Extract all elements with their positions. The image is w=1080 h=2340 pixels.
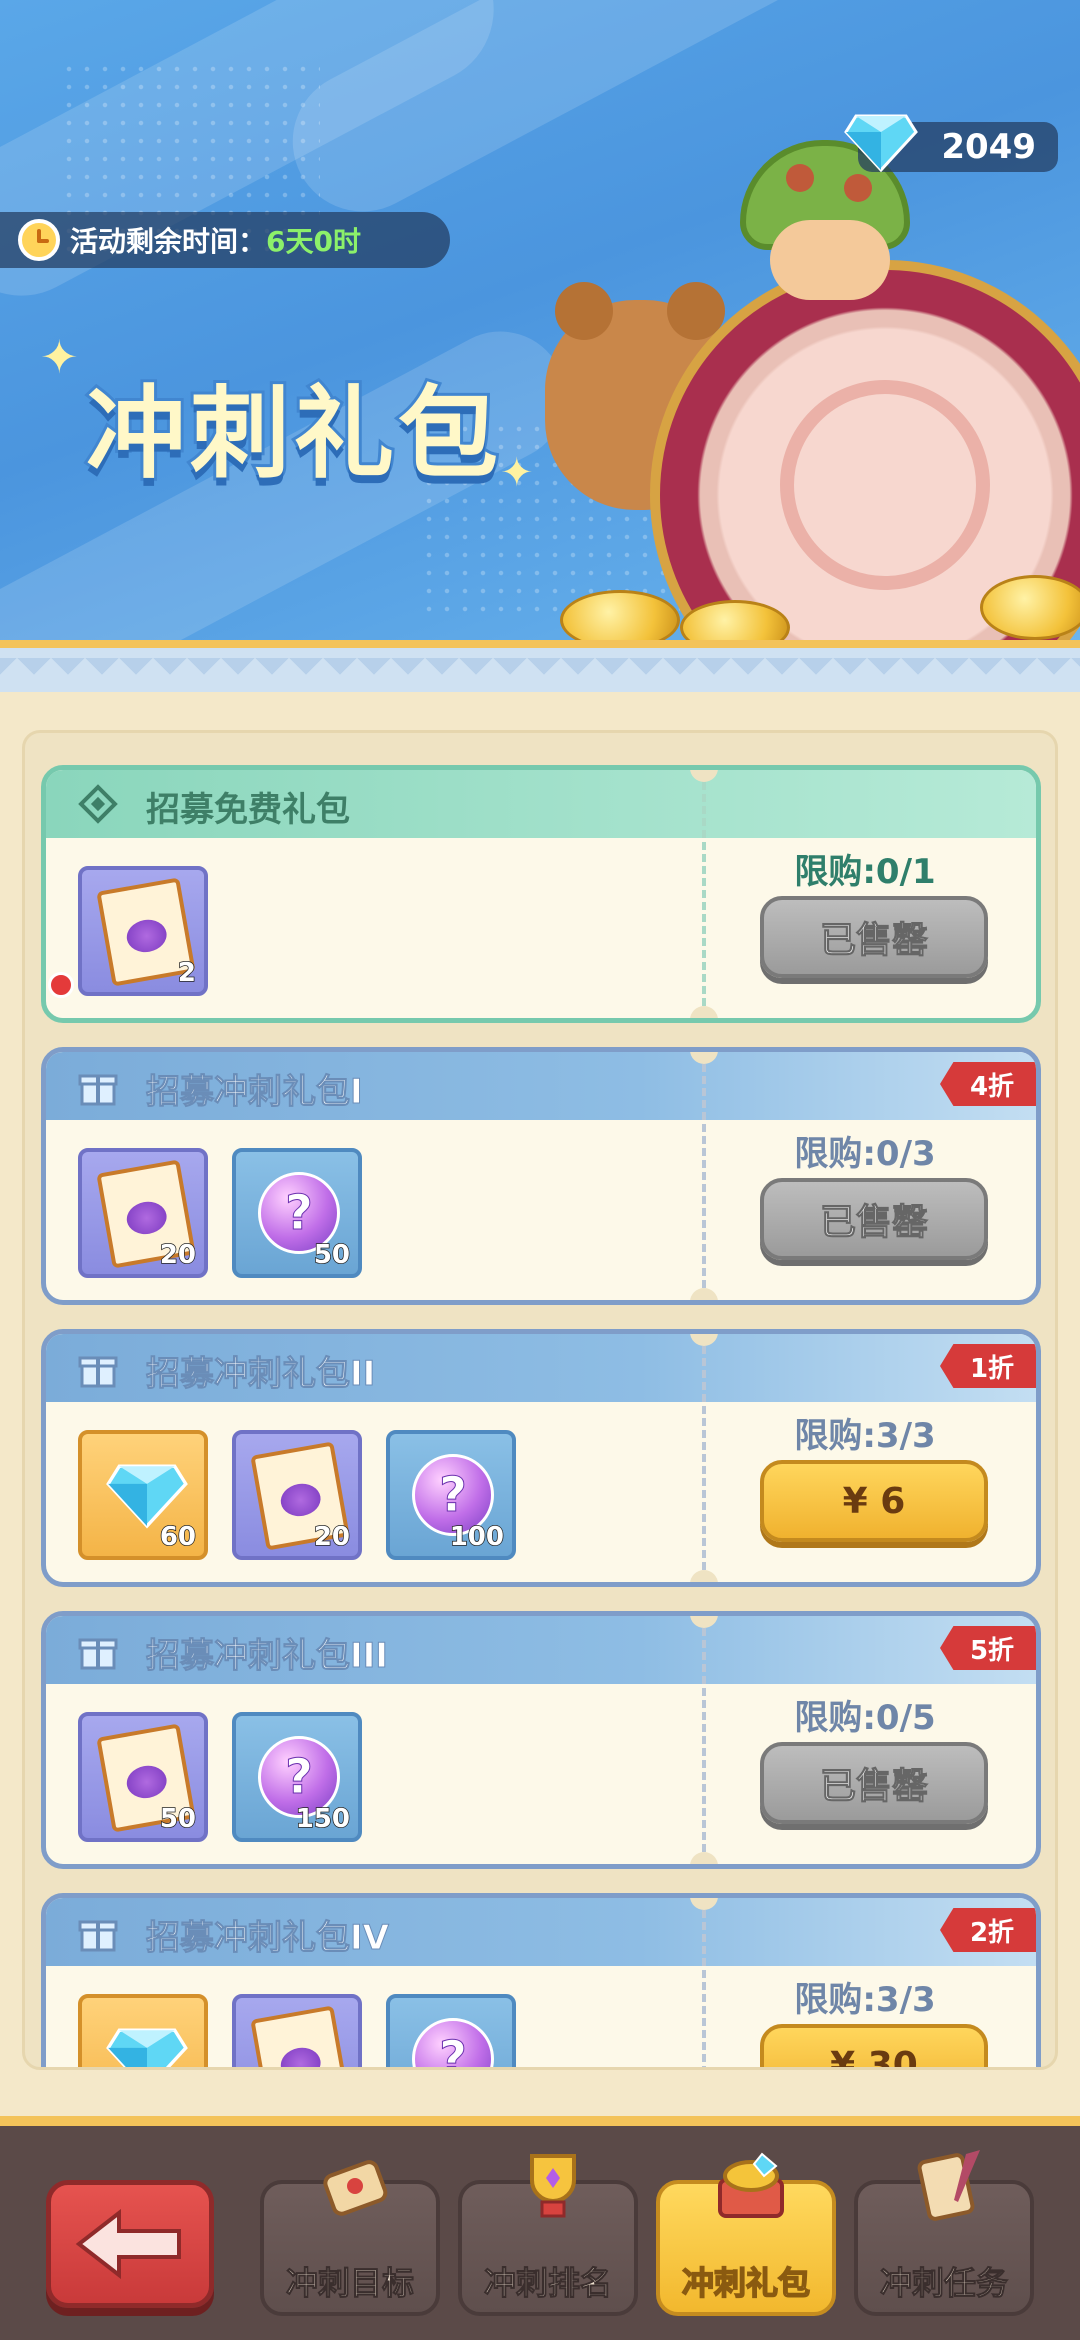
gift-icon <box>78 1074 118 1106</box>
reward-item[interactable] <box>78 1994 208 2067</box>
reward-item[interactable]: ? 100 <box>386 1430 516 1560</box>
purchase-limit: 限购:0/3 <box>794 1134 936 1174</box>
card-notch <box>690 1006 718 1018</box>
reward-item[interactable]: 20 <box>232 1430 362 1560</box>
gold-coin <box>980 575 1080 640</box>
gem-counter[interactable]: 2049 <box>844 114 1058 172</box>
timer-label: 活动剩余时间： <box>70 225 267 258</box>
pack-card-3: 招募冲刺礼包III 5折 50 ? 150 限购:0/5 已售罄 <box>41 1611 1041 1869</box>
pack-card-2: 招募冲刺礼包II 1折 60 20 ? 100 限购:3/3 ¥ 6 <box>41 1329 1041 1587</box>
buy-button[interactable]: ¥ 6 <box>760 1460 988 1542</box>
item-qty: 100 <box>449 1521 505 1553</box>
card-notch <box>690 1288 718 1300</box>
sparkle-icon: ✦ <box>500 450 534 496</box>
sparkle-icon: ✦ <box>40 330 79 384</box>
item-qty: 20 <box>159 1239 197 1271</box>
item-qty: 60 <box>159 1521 197 1553</box>
gift-chest-icon <box>718 2152 784 2218</box>
tab-sprint-gift-pack[interactable]: 冲刺礼包 <box>656 2152 836 2316</box>
pack-card-free: 招募免费礼包 2 限购:0/1 已售罄 <box>41 765 1041 1023</box>
timer-value: 6天0时 <box>266 225 361 258</box>
bottom-nav: 冲刺目标 冲刺排名 冲刺礼包 冲刺任务 <box>0 2116 1080 2340</box>
discount-badge: 4折 <box>940 1062 1036 1106</box>
sold-out-button[interactable]: 已售罄 <box>760 1178 988 1260</box>
pack-list[interactable]: 招募免费礼包 2 限购:0/1 已售罄 招募冲刺礼包I 4折 20 ? 50 限… <box>22 730 1058 2070</box>
discount-badge: 2折 <box>940 1908 1036 1952</box>
recruit-ticket-icon <box>250 2005 350 2067</box>
scroll-icon <box>323 2160 388 2216</box>
buy-button[interactable]: ¥ 30 <box>760 2024 988 2067</box>
item-qty: 50 <box>159 1803 197 1835</box>
panel-trim <box>0 648 1080 692</box>
trophy-icon <box>530 2154 576 2218</box>
discount-badge: 5折 <box>940 1626 1036 1670</box>
pack-card-4: 招募冲刺礼包IV 2折 ? 限购:3/3 ¥ 30 <box>41 1893 1041 2067</box>
card-notch <box>690 1852 718 1864</box>
gift-pack-panel: 招募免费礼包 2 限购:0/1 已售罄 招募冲刺礼包I 4折 20 ? 50 限… <box>0 640 1080 2120</box>
diamond-outline-icon <box>78 784 118 824</box>
tab-label: 冲刺目标 <box>285 2264 414 2303</box>
tab-label: 冲刺礼包 <box>681 2263 811 2303</box>
reward-item[interactable]: ? <box>386 1994 516 2067</box>
event-timer: 活动剩余时间： 6天0时 <box>0 212 450 268</box>
item-qty: 2 <box>177 957 197 989</box>
reward-item[interactable]: 60 <box>78 1430 208 1560</box>
diamond-icon <box>106 1464 188 1529</box>
card-divider <box>702 770 706 1018</box>
clock-icon <box>18 219 60 261</box>
event-title: 冲刺礼包 <box>83 372 502 495</box>
item-qty: 150 <box>295 1803 351 1835</box>
back-arrow-icon <box>75 2209 181 2279</box>
purchase-limit: 限购:0/1 <box>794 852 936 892</box>
gem-count: 2049 <box>941 127 1036 167</box>
tab-sprint-quests[interactable]: 冲刺任务 <box>854 2150 1034 2316</box>
tab-label: 冲刺排名 <box>483 2264 612 2303</box>
mystery-orb-icon: ? <box>412 2018 494 2067</box>
reward-item[interactable]: ? 50 <box>232 1148 362 1278</box>
character-face <box>770 220 890 300</box>
pack-title: 招募冲刺礼包III <box>146 1636 389 1677</box>
pack-header: 招募冲刺礼包III <box>46 1616 1036 1684</box>
item-qty: 20 <box>313 1521 351 1553</box>
pack-title: 招募冲刺礼包IV <box>146 1918 390 1959</box>
reward-item[interactable]: 2 <box>78 866 208 996</box>
pack-header: 招募冲刺礼包I <box>46 1052 1036 1120</box>
reward-item[interactable] <box>232 1994 362 2067</box>
event-banner: ✦ ✦ 冲刺礼包 活动剩余时间： 6天0时 2049 <box>0 0 1080 660</box>
back-button[interactable] <box>46 2180 214 2308</box>
card-divider <box>702 1052 706 1300</box>
card-divider <box>702 1898 706 2067</box>
pack-header: 招募冲刺礼包IV <box>46 1898 1036 1966</box>
reward-item[interactable]: 50 <box>78 1712 208 1842</box>
gift-icon <box>78 1356 118 1388</box>
diamond-icon <box>844 114 918 172</box>
purchase-limit: 限购:0/5 <box>794 1698 936 1738</box>
item-qty: 50 <box>313 1239 351 1271</box>
notification-dot <box>48 972 74 998</box>
sold-out-button[interactable]: 已售罄 <box>760 1742 988 1824</box>
reward-item[interactable]: 20 <box>78 1148 208 1278</box>
tab-label: 冲刺任务 <box>879 2264 1008 2303</box>
purchase-limit: 限购:3/3 <box>794 1416 936 1456</box>
pack-header: 招募冲刺礼包II <box>46 1334 1036 1402</box>
sold-out-button[interactable]: 已售罄 <box>760 896 988 978</box>
card-divider <box>702 1616 706 1864</box>
pack-title: 招募免费礼包 <box>146 790 350 830</box>
tab-sprint-ranking[interactable]: 冲刺排名 <box>458 2154 638 2316</box>
gift-icon <box>78 1920 118 1952</box>
reward-item[interactable]: ? 150 <box>232 1712 362 1842</box>
pack-title: 招募冲刺礼包II <box>145 1354 376 1395</box>
pack-title: 招募冲刺礼包I <box>146 1072 364 1113</box>
pack-card-1: 招募冲刺礼包I 4折 20 ? 50 限购:0/3 已售罄 <box>41 1047 1041 1305</box>
tab-sprint-goal[interactable]: 冲刺目标 <box>260 2160 440 2316</box>
diamond-icon <box>106 2028 188 2067</box>
gift-icon <box>78 1638 118 1670</box>
purchase-limit: 限购:3/3 <box>794 1980 936 2020</box>
card-divider <box>702 1334 706 1582</box>
discount-badge: 1折 <box>940 1344 1036 1388</box>
card-notch <box>690 1570 718 1582</box>
quest-paper-icon <box>917 2150 980 2221</box>
pack-header: 招募免费礼包 <box>46 770 1036 838</box>
